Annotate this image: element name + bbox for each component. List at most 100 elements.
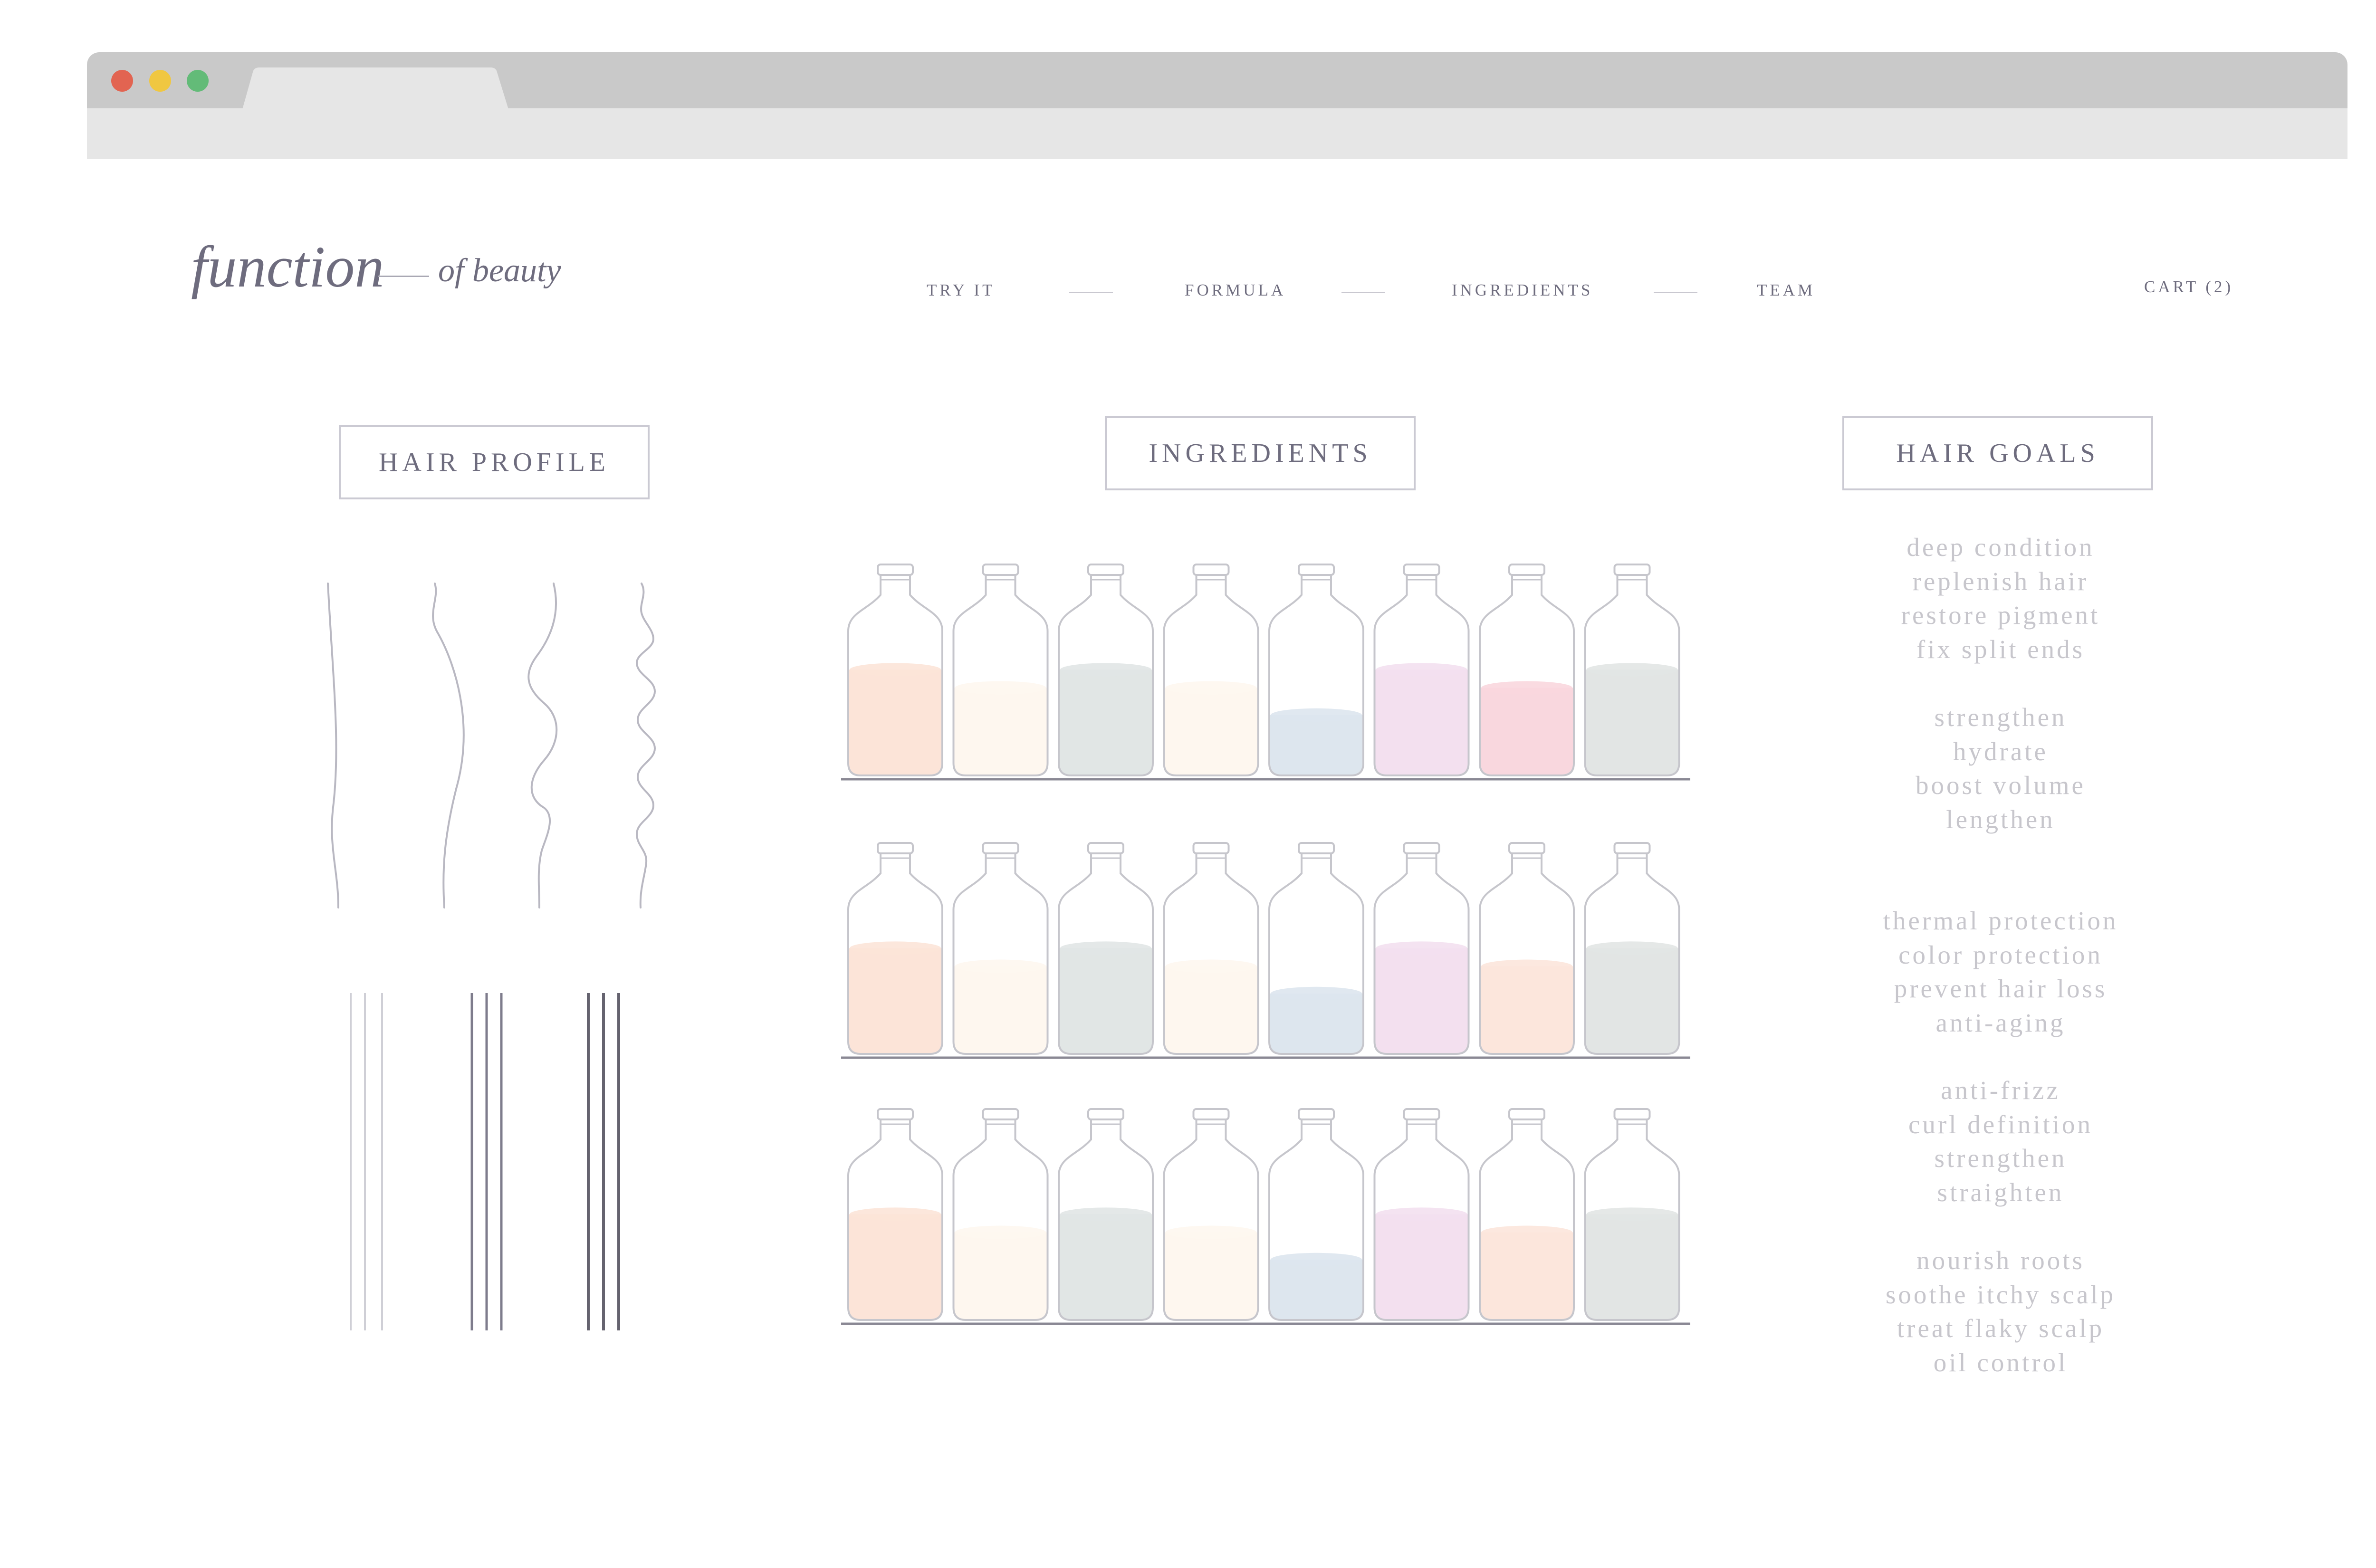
bottle-outline: [1268, 1119, 1364, 1321]
ingredient-bottle[interactable]: [1163, 1108, 1259, 1321]
ingredient-bottle[interactable]: [1373, 842, 1470, 1055]
nav-divider: [1341, 292, 1385, 293]
close-dot[interactable]: [111, 70, 133, 92]
bottle-outline: [1479, 574, 1575, 776]
goal-option[interactable]: anti-frizz: [1811, 1073, 2191, 1108]
ingredient-bottle[interactable]: [1058, 842, 1154, 1055]
ingredient-bottle[interactable]: [952, 564, 1049, 776]
nav-ingredients[interactable]: INGREDIENTS: [1452, 282, 1593, 298]
bottle-outline: [847, 574, 943, 776]
goal-option[interactable]: oil control: [1811, 1346, 2191, 1380]
goal-option[interactable]: treat flaky scalp: [1811, 1311, 2191, 1346]
goal-group: anti-frizz curl definition strengthen st…: [1811, 1073, 2191, 1209]
bottle-cap: [877, 564, 914, 576]
bottle-cap: [1192, 1108, 1230, 1120]
goal-option[interactable]: boost volume: [1811, 768, 2191, 803]
ingredients-title: INGREDIENTS: [1149, 439, 1372, 468]
browser-tab[interactable]: [242, 67, 508, 109]
goal-option[interactable]: strengthen: [1811, 1141, 2191, 1176]
bottle-outline: [847, 1119, 943, 1321]
ingredient-bottle[interactable]: [1163, 842, 1259, 1055]
goal-option[interactable]: deep condition: [1811, 530, 2191, 564]
ingredient-bottle[interactable]: [952, 1108, 1049, 1321]
logo-dash: [378, 276, 429, 277]
ingredient-bottle[interactable]: [1268, 1108, 1364, 1321]
bottle-cap: [1192, 842, 1230, 854]
ingredient-bottle[interactable]: [1479, 1108, 1575, 1321]
bottle-cap: [1403, 1108, 1440, 1120]
ingredient-bottle[interactable]: [1268, 564, 1364, 776]
ingredient-bottle[interactable]: [847, 564, 943, 776]
hair-type-straight[interactable]: [327, 583, 339, 908]
hair-type-coily[interactable]: [635, 583, 656, 908]
bottle-cap: [982, 842, 1019, 854]
hair-goals-box: HAIR GOALS: [1842, 416, 2153, 490]
ingredient-bottle[interactable]: [952, 842, 1049, 1055]
ingredient-bottle[interactable]: [1373, 1108, 1470, 1321]
bottle-cap: [1403, 842, 1440, 854]
bottle-cap: [1087, 842, 1124, 854]
bottle-cap: [1298, 1108, 1335, 1120]
bottle-outline: [1058, 852, 1154, 1055]
strand-group-medium[interactable]: [470, 993, 503, 1330]
goal-option[interactable]: lengthen: [1811, 803, 2191, 837]
hair-type-wavy[interactable]: [432, 583, 465, 908]
goal-option[interactable]: curl definition: [1811, 1108, 2191, 1142]
ingredient-bottle[interactable]: [1479, 564, 1575, 776]
goal-option[interactable]: strengthen: [1811, 700, 2191, 735]
hair-goals-title: HAIR GOALS: [1896, 439, 2099, 468]
bottle-cap: [1087, 564, 1124, 576]
cart-link[interactable]: CART (2): [2144, 278, 2233, 295]
strand-group-thin[interactable]: [350, 993, 383, 1330]
nav-divider: [1654, 292, 1697, 293]
bottle-cap: [1508, 1108, 1545, 1120]
ingredient-bottle[interactable]: [1058, 1108, 1154, 1321]
goal-option[interactable]: anti-aging: [1811, 1006, 2191, 1040]
goal-option[interactable]: nourish roots: [1811, 1243, 2191, 1278]
goal-group: thermal protection color protection prev…: [1811, 904, 2191, 1040]
goal-option[interactable]: straighten: [1811, 1176, 2191, 1210]
bottle-cap: [1508, 564, 1545, 576]
goal-option[interactable]: fix split ends: [1811, 632, 2191, 667]
hair-profile-box: HAIR PROFILE: [339, 425, 650, 499]
ingredient-bottle[interactable]: [1058, 564, 1154, 776]
bottle-cap: [982, 564, 1019, 576]
goal-option[interactable]: thermal protection: [1811, 904, 2191, 938]
bottle-cap: [982, 1108, 1019, 1120]
bottle-outline: [1584, 1119, 1680, 1321]
goal-option[interactable]: color protection: [1811, 938, 2191, 972]
bottle-outline: [952, 852, 1049, 1055]
ingredient-bottle[interactable]: [1479, 842, 1575, 1055]
nav-formula[interactable]: FORMULA: [1185, 282, 1286, 298]
bottle-outline: [952, 574, 1049, 776]
ingredient-bottle[interactable]: [847, 842, 943, 1055]
goal-option[interactable]: prevent hair loss: [1811, 972, 2191, 1006]
ingredient-bottle[interactable]: [847, 1108, 943, 1321]
minimize-dot[interactable]: [149, 70, 171, 92]
bottle-cap: [1613, 842, 1651, 854]
nav-team[interactable]: TEAM: [1757, 282, 1815, 298]
bottle-outline: [1268, 574, 1364, 776]
goal-option[interactable]: replenish hair: [1811, 564, 2191, 599]
strand-group-thick[interactable]: [587, 993, 620, 1330]
bottle-outline: [1373, 574, 1470, 776]
ingredient-bottle[interactable]: [1584, 1108, 1680, 1321]
bottle-cap: [1192, 564, 1230, 576]
ingredient-bottle[interactable]: [1373, 564, 1470, 776]
bottle-outline: [1373, 852, 1470, 1055]
hair-type-curly[interactable]: [527, 583, 558, 908]
bottle-cap: [1613, 564, 1651, 576]
ingredient-bottle[interactable]: [1584, 842, 1680, 1055]
bottle-cap: [1087, 1108, 1124, 1120]
goal-option[interactable]: soothe itchy scalp: [1811, 1278, 2191, 1312]
maximize-dot[interactable]: [187, 70, 209, 92]
goal-option[interactable]: restore pigment: [1811, 598, 2191, 632]
nav-try-it[interactable]: TRY IT: [927, 282, 996, 298]
ingredient-bottle[interactable]: [1268, 842, 1364, 1055]
browser-toolbar: [87, 108, 2347, 159]
goal-option[interactable]: hydrate: [1811, 735, 2191, 769]
ingredient-bottle[interactable]: [1584, 564, 1680, 776]
bottle-outline: [1058, 1119, 1154, 1321]
bottle-outline: [1584, 852, 1680, 1055]
ingredient-bottle[interactable]: [1163, 564, 1259, 776]
